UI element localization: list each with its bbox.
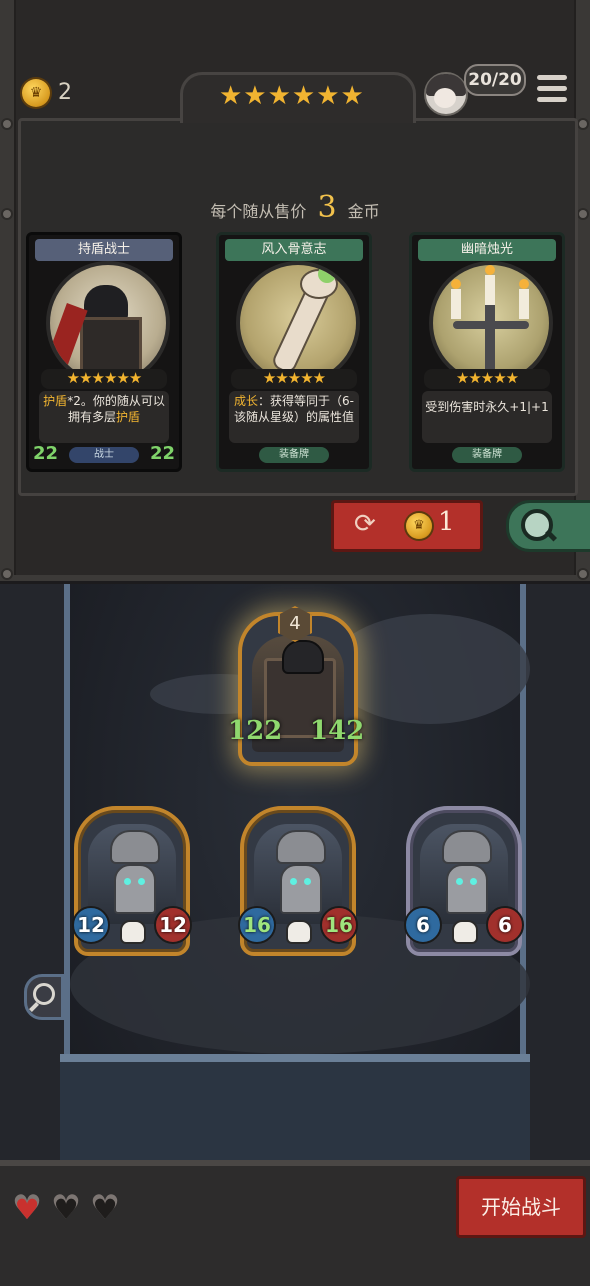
shop-card-dim-candlelight[interactable]: 幽暗烛光 ★★★★★ 受到伤害时永久+1|+1 装备牌 bbox=[409, 232, 565, 472]
card-stars: ★★★★★ bbox=[424, 369, 550, 389]
minion-attack: 6 bbox=[416, 913, 430, 937]
tavern-tier-stars: ★★★★★★ bbox=[219, 81, 365, 111]
minion-attack: 12 bbox=[77, 913, 105, 937]
bell-art bbox=[276, 830, 326, 864]
menu-icon[interactable] bbox=[537, 75, 567, 103]
card-attack: 22 bbox=[33, 443, 59, 464]
robot-eye bbox=[456, 878, 463, 885]
shop-search-button[interactable] bbox=[506, 500, 590, 552]
search-icon-handle bbox=[544, 529, 558, 542]
rivet bbox=[3, 570, 11, 578]
sell-price-value: 3 bbox=[317, 190, 337, 225]
shop-card-wind-bone-will[interactable]: 风入骨意志 ★★★★★ 成长：获得等同于（6-该随从星级）的属性值 装备牌 bbox=[216, 232, 372, 472]
bell-art bbox=[442, 830, 492, 864]
minion-health: 16 bbox=[325, 913, 353, 937]
rivet bbox=[3, 120, 11, 128]
card-type: 战士 bbox=[69, 447, 139, 463]
minion-attack-badge: 12 bbox=[72, 906, 110, 944]
card-stars: ★★★★★★ bbox=[41, 369, 167, 389]
card-stars: ★★★★★ bbox=[231, 369, 357, 389]
card-portrait bbox=[236, 261, 360, 385]
avatar-face bbox=[434, 88, 456, 108]
board-minion-1[interactable]: 12 12 bbox=[72, 806, 192, 956]
robot-art bbox=[446, 864, 488, 914]
card-description: 成长：获得等同于（6-该随从星级）的属性值 bbox=[229, 391, 359, 443]
keyword-growth: 成长 bbox=[234, 394, 259, 408]
shop-card-shield-warrior[interactable]: 持盾战士 ★★★★★★ 护盾*2。你的随从可以拥有多层护盾 22 战士 22 bbox=[26, 232, 182, 472]
heart-fill: ♥ bbox=[14, 1193, 40, 1226]
card-description: 护盾*2。你的随从可以拥有多层护盾 bbox=[39, 391, 169, 443]
shop-panel: ♛ 2 ★★★★★★ 20/20 每个随从售价 3 金币 持盾战士 ★★★★★★… bbox=[0, 0, 590, 581]
minion-health-badge: 12 bbox=[154, 906, 192, 944]
card-description: 受到伤害时永久+1|+1 bbox=[422, 391, 552, 443]
minion-health: 6 bbox=[498, 913, 512, 937]
player-avatar[interactable] bbox=[424, 72, 468, 116]
board-minion-2[interactable]: 16 16 bbox=[238, 806, 358, 956]
reroll-button[interactable]: ⟳ ♛ 1 bbox=[331, 500, 483, 552]
skull-icon bbox=[120, 920, 146, 944]
robot-eye bbox=[304, 878, 311, 885]
minion-attack: 16 bbox=[243, 913, 271, 937]
gold-coin-icon: ♛ bbox=[406, 513, 432, 539]
refresh-icon: ⟳ bbox=[354, 509, 376, 539]
bell-art bbox=[110, 830, 160, 864]
robot-eye bbox=[124, 878, 131, 885]
sell-price-line: 每个随从售价 3 金币 bbox=[0, 190, 590, 225]
skull-icon bbox=[286, 920, 312, 944]
robot-eye bbox=[470, 878, 477, 885]
heart-fill: ♥ bbox=[53, 1193, 79, 1226]
heart-icon: ♥ ♥ bbox=[49, 1191, 83, 1226]
gold-count: 2 bbox=[58, 80, 72, 105]
keyword-shield: 护盾 bbox=[116, 410, 141, 424]
start-battle-button[interactable]: 开始战斗 bbox=[456, 1176, 586, 1238]
reroll-cost: 1 bbox=[438, 507, 455, 537]
robot-eye bbox=[290, 878, 297, 885]
card-health: 22 bbox=[149, 443, 175, 464]
card-description-text: 受到伤害时永久+1|+1 bbox=[425, 400, 549, 414]
minion-health-badge: 6 bbox=[486, 906, 524, 944]
sell-price-suffix: 金币 bbox=[347, 202, 380, 221]
robot-art bbox=[280, 864, 322, 914]
selected-attack: 122 bbox=[228, 716, 283, 746]
heart-icon: ♥ ♥ bbox=[88, 1191, 122, 1226]
rivet bbox=[579, 570, 587, 578]
board-minion-3[interactable]: 6 6 bbox=[404, 806, 524, 956]
card-type: 装备牌 bbox=[452, 447, 522, 463]
board-frame-right bbox=[520, 584, 590, 1164]
search-icon-handle bbox=[29, 1002, 39, 1012]
population-counter: 20/20 bbox=[464, 64, 526, 96]
selected-health: 142 bbox=[310, 716, 365, 746]
keyword-shield: 护盾 bbox=[43, 394, 68, 408]
heart-fill: ♥ bbox=[92, 1193, 118, 1226]
minion-health-badge: 16 bbox=[320, 906, 358, 944]
robot-art bbox=[114, 864, 156, 914]
card-title: 风入骨意志 bbox=[225, 239, 363, 261]
background-cloud bbox=[330, 614, 530, 724]
skull-icon bbox=[452, 920, 478, 944]
heart-icon: ♥ ♥ bbox=[10, 1191, 44, 1226]
board-search-button[interactable] bbox=[24, 974, 64, 1020]
sell-price-prefix: 每个随从售价 bbox=[210, 202, 307, 221]
card-title: 幽暗烛光 bbox=[418, 239, 556, 261]
card-title: 持盾战士 bbox=[35, 239, 173, 261]
rivet bbox=[579, 120, 587, 128]
helmet-art bbox=[282, 640, 324, 674]
gold-coin-icon: ♛ bbox=[22, 79, 50, 107]
minion-attack-badge: 6 bbox=[404, 906, 442, 944]
shop-frame-left bbox=[0, 0, 16, 575]
card-portrait bbox=[429, 261, 553, 385]
robot-eye bbox=[138, 878, 145, 885]
card-type: 装备牌 bbox=[259, 447, 329, 463]
tavern-tier-tab[interactable]: ★★★★★★ bbox=[180, 72, 416, 123]
card-portrait bbox=[46, 261, 170, 385]
minion-health: 12 bbox=[159, 913, 187, 937]
minion-attack-badge: 16 bbox=[238, 906, 276, 944]
